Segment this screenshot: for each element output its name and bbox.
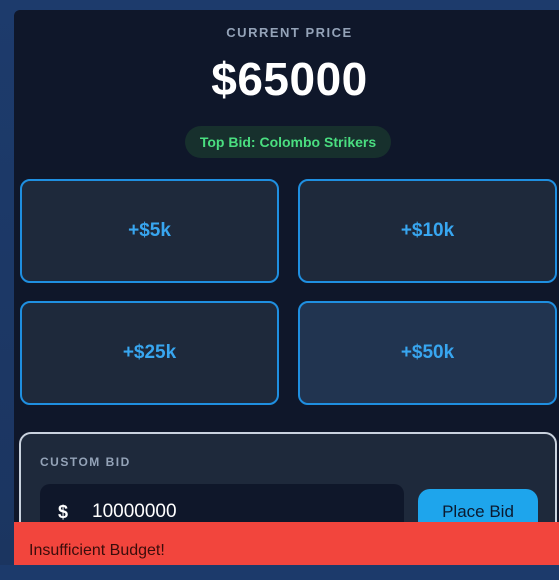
currency-symbol: $ bbox=[58, 502, 69, 522]
toast-message: Insufficient Budget! bbox=[29, 542, 165, 559]
app-window: CURRENT PRICE $65000 Top Bid: Colombo St… bbox=[0, 0, 559, 565]
increment-25k-button[interactable]: +$25k bbox=[20, 301, 279, 405]
custom-bid-label: CUSTOM BID bbox=[40, 455, 131, 469]
increment-50k-button[interactable]: +$50k bbox=[298, 301, 557, 405]
increment-10k-button[interactable]: +$10k bbox=[298, 179, 557, 283]
auction-panel: CURRENT PRICE $65000 Top Bid: Colombo St… bbox=[14, 10, 559, 565]
error-toast: Insufficient Budget! bbox=[14, 522, 559, 565]
current-price-label: CURRENT PRICE bbox=[226, 25, 353, 40]
current-price-value: $65000 bbox=[211, 53, 368, 105]
increment-5k-button[interactable]: +$5k bbox=[20, 179, 279, 283]
top-bid-badge: Top Bid: Colombo Strikers bbox=[185, 126, 391, 158]
